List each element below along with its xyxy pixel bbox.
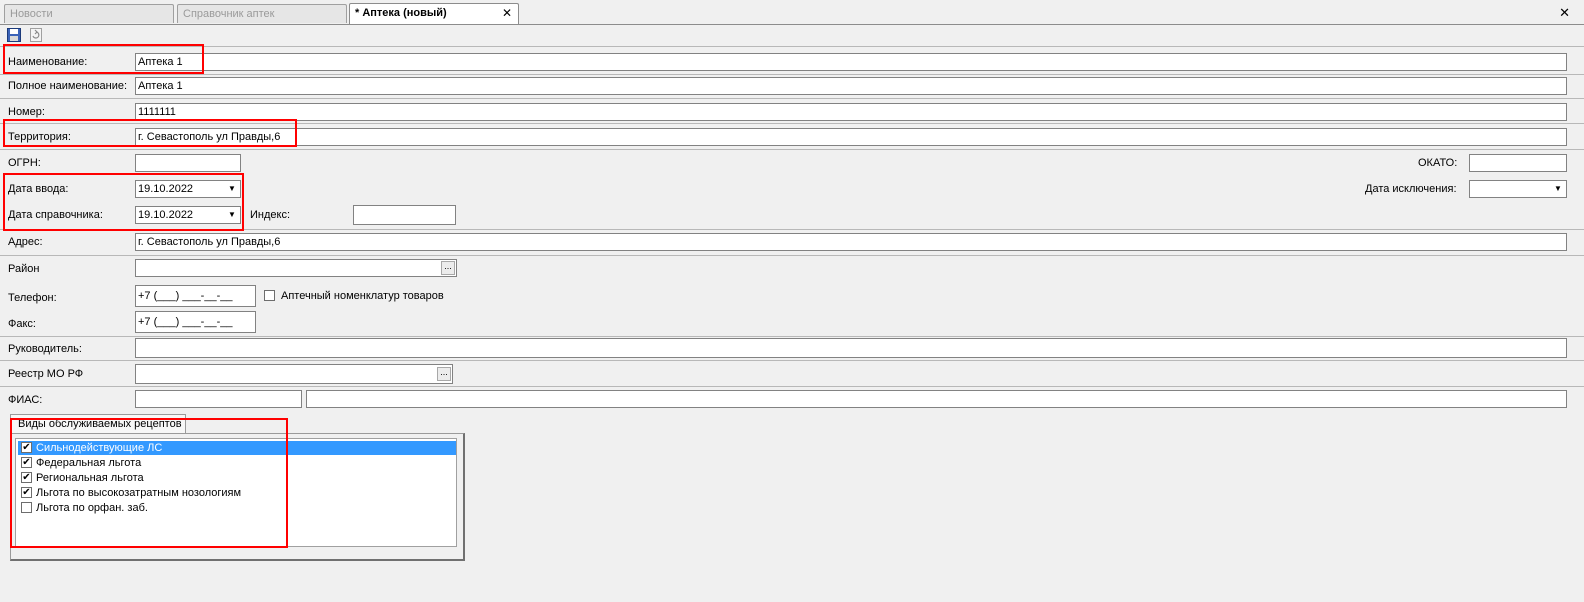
separator: [0, 386, 1584, 387]
separator: [0, 336, 1584, 337]
ellipsis-button[interactable]: ...: [437, 367, 451, 381]
fax-label: Факс:: [8, 318, 36, 330]
list-item-label: Федеральная льгота: [36, 457, 142, 469]
ogrn-label: ОГРН:: [8, 157, 41, 169]
tab-bar: Новости Справочник аптек * Аптека (новый…: [0, 0, 1584, 25]
list-item[interactable]: Льгота по орфан. заб.: [18, 501, 456, 515]
name-label: Наименование:: [8, 56, 88, 68]
number-input[interactable]: 1111111: [135, 103, 1567, 121]
tab-pharmacy-new[interactable]: * Аптека (новый) ✕: [349, 3, 519, 24]
name-input[interactable]: Аптека 1: [135, 53, 1567, 71]
tab-label: Новости: [10, 8, 53, 20]
phone-label: Телефон:: [8, 292, 57, 304]
list-item[interactable]: ✔ Федеральная льгота: [18, 456, 456, 470]
ref-date-label: Дата справочника:: [8, 209, 103, 221]
recipes-list: ✔ Сильнодействующие ЛС ✔ Федеральная льг…: [15, 438, 457, 547]
checkbox[interactable]: [21, 502, 32, 513]
list-item[interactable]: ✔ Региональная льгота: [18, 471, 456, 485]
separator: [0, 98, 1584, 99]
ref-date-value: 19.10.2022: [138, 209, 194, 221]
separator: [0, 360, 1584, 361]
separator: [0, 255, 1584, 256]
exclusion-date-picker[interactable]: ▼: [1469, 180, 1567, 198]
checkbox[interactable]: ✔: [21, 457, 32, 468]
checkbox[interactable]: ✔: [21, 472, 32, 483]
list-item-label: Льгота по орфан. заб.: [36, 502, 148, 514]
recipes-panel: ✔ Сильнодействующие ЛС ✔ Федеральная льг…: [10, 433, 465, 561]
chevron-down-icon[interactable]: ▼: [225, 182, 239, 196]
checkbox[interactable]: ✔: [21, 442, 32, 453]
index-label: Индекс:: [250, 209, 291, 221]
separator: [0, 149, 1584, 150]
nomenclature-checkbox[interactable]: [264, 290, 275, 301]
district-field[interactable]: ...: [135, 259, 457, 277]
fax-input[interactable]: +7 (___) ___-__-__: [135, 311, 256, 333]
toolbar-separator: [0, 46, 1584, 47]
fias-input-2[interactable]: [306, 390, 1567, 408]
ref-date-picker[interactable]: 19.10.2022 ▼: [135, 206, 241, 224]
ellipsis-button[interactable]: ...: [441, 261, 455, 275]
list-item-label: Сильнодействующие ЛС: [36, 442, 163, 454]
district-label: Район: [8, 263, 40, 275]
address-label: Адрес:: [8, 236, 43, 248]
list-item[interactable]: ✔ Сильнодействующие ЛС: [18, 441, 456, 455]
separator: [0, 74, 1584, 75]
close-all-icon[interactable]: ✕: [1559, 5, 1570, 21]
tab-news[interactable]: Новости: [4, 4, 174, 23]
entry-date-value: 19.10.2022: [138, 183, 194, 195]
territory-label: Территория:: [8, 131, 71, 143]
chevron-down-icon[interactable]: ▼: [225, 208, 239, 222]
okato-label: ОКАТО:: [1418, 157, 1458, 169]
recipes-tab[interactable]: Виды обслуживаемых рецептов: [10, 414, 186, 434]
manager-input[interactable]: [135, 338, 1567, 358]
phone-input[interactable]: +7 (___) ___-__-__: [135, 285, 256, 307]
entry-date-picker[interactable]: 19.10.2022 ▼: [135, 180, 241, 198]
number-label: Номер:: [8, 106, 45, 118]
fias-input-1[interactable]: [135, 390, 302, 408]
ogrn-input[interactable]: [135, 154, 241, 172]
recipes-tab-label: Виды обслуживаемых рецептов: [18, 418, 182, 430]
full-name-label: Полное наименование:: [8, 80, 128, 92]
territory-field[interactable]: г. Севастополь ул Правды,6: [135, 128, 1567, 146]
save-icon[interactable]: [7, 28, 21, 42]
tab-pharmacy-directory[interactable]: Справочник аптек: [177, 4, 347, 23]
list-item-label: Региональная льгота: [36, 472, 144, 484]
tab-label: * Аптека (новый): [355, 7, 447, 19]
chevron-down-icon[interactable]: ▼: [1551, 182, 1565, 196]
manager-label: Руководитель:: [8, 343, 82, 355]
toolbar: [0, 25, 1584, 45]
separator: [0, 229, 1584, 230]
close-icon[interactable]: ✕: [502, 4, 512, 22]
fias-label: ФИАС:: [8, 394, 43, 406]
address-field[interactable]: г. Севастополь ул Правды,6: [135, 233, 1567, 251]
entry-date-label: Дата ввода:: [8, 183, 69, 195]
list-item-label: Льгота по высокозатратным нозологиям: [36, 487, 242, 499]
nomenclature-label: Аптечный номенклатур товаров: [281, 290, 444, 302]
mo-registry-field[interactable]: ...: [135, 364, 453, 384]
checkbox[interactable]: ✔: [21, 487, 32, 498]
index-input[interactable]: [353, 205, 456, 225]
list-item[interactable]: ✔ Льгота по высокозатратным нозологиям: [18, 486, 456, 500]
full-name-input[interactable]: Аптека 1: [135, 77, 1567, 95]
separator: [0, 123, 1584, 124]
refresh-icon[interactable]: [29, 28, 43, 42]
mo-registry-label: Реестр МО РФ: [8, 368, 84, 380]
tab-label: Справочник аптек: [183, 8, 275, 20]
exclusion-date-label: Дата исключения:: [1365, 183, 1457, 195]
okato-input[interactable]: [1469, 154, 1567, 172]
